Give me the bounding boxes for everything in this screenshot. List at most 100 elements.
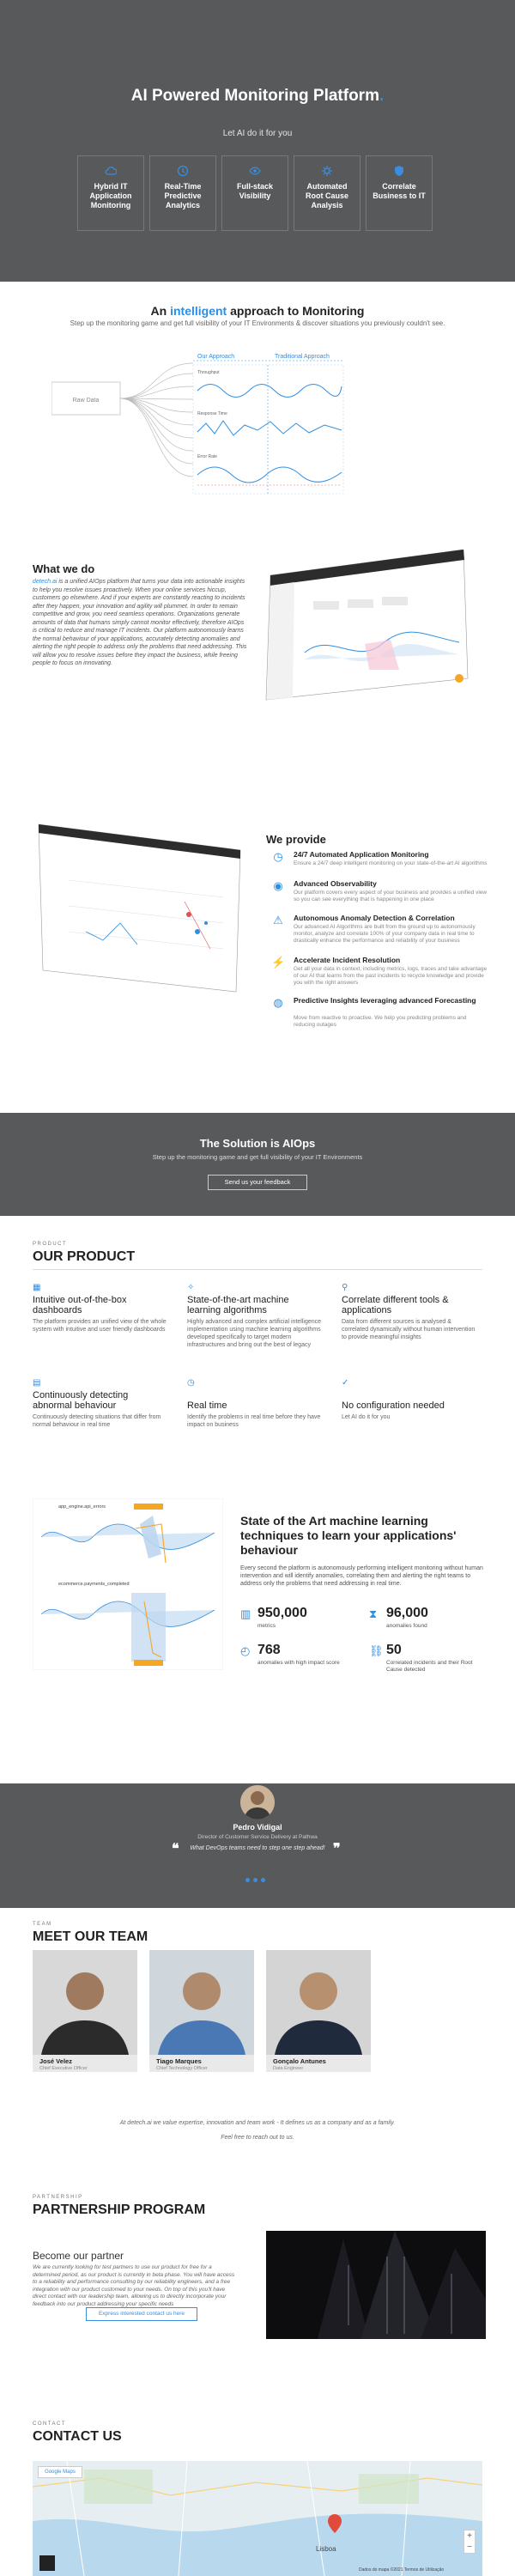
intelligent-title-highlight: intelligent bbox=[170, 304, 227, 318]
shield-icon bbox=[393, 165, 405, 177]
partnership-text: We are currently looking for test partne… bbox=[33, 2264, 235, 2307]
team-member-role: Chief Executive Officer bbox=[39, 2066, 88, 2071]
product-item-title: No configuration needed bbox=[342, 1400, 445, 1411]
product-item: ◷ Real time Identify the problems in rea… bbox=[187, 1378, 324, 1429]
diagram-connectors bbox=[119, 362, 194, 477]
stat-correlated: ⛓ 50 Correlated incidents and their Root… bbox=[369, 1643, 481, 1673]
stat-metrics: ▥ 950,000 metrics bbox=[240, 1606, 352, 1633]
team-member-role: Data Engineer bbox=[273, 2066, 304, 2071]
clock-icon: ◷ bbox=[273, 850, 283, 863]
team-title: MEET OUR TEAM bbox=[33, 1929, 148, 1944]
intelligent-title-after: approach to Monitoring bbox=[227, 304, 365, 318]
product-item-desc: Data from different sources is analysed … bbox=[342, 1319, 476, 1340]
team-photo bbox=[33, 1950, 137, 2055]
feature-label: Correlate Business to IT bbox=[373, 182, 426, 200]
express-interest-button[interactable]: Express interested contact us here bbox=[86, 2307, 197, 2321]
product-item-desc: Identify the problems in real time befor… bbox=[187, 1414, 321, 1428]
gear-icon bbox=[321, 165, 333, 177]
provide-item: ◷ 24/7 Automated Application Monitoring … bbox=[271, 850, 488, 876]
team-photo bbox=[149, 1950, 254, 2055]
warning-icon: ⚠ bbox=[273, 914, 283, 927]
team-member-role: Chief Technology Officer bbox=[156, 2066, 208, 2071]
feature-card-realtime: Real-Time Predictive Analytics bbox=[149, 155, 216, 231]
feature-card-hybrid: Hybrid IT Application Monitoring bbox=[77, 155, 144, 231]
dashboard-icon: ▦ bbox=[33, 1283, 41, 1292]
team-member-name: Gonçalo Antunes bbox=[273, 2057, 326, 2065]
carousel-dot[interactable] bbox=[253, 1878, 258, 1882]
what-we-do-text: detech.ai is a unified AIOps platform th… bbox=[33, 578, 247, 668]
partnership-eyebrow: PARTNERSHIP bbox=[33, 2195, 83, 2200]
provide-item: ◍ Predictive Insights leveraging advance… bbox=[271, 996, 486, 1028]
provide-item-desc: Ensure a 24/7 deep intelligent monitorin… bbox=[294, 860, 488, 866]
hero-title: AI Powered Monitoring Platform. bbox=[0, 86, 515, 106]
metric-label: Response Time bbox=[197, 411, 227, 416]
system-overview-screenshot bbox=[38, 823, 241, 993]
product-item-desc: Let AI do it for you bbox=[342, 1414, 391, 1420]
stat-label: Correlated incidents and their Root Caus… bbox=[386, 1660, 473, 1673]
ml-title: State of the Art machine learning techni… bbox=[240, 1514, 457, 1557]
brain-icon: ✧ bbox=[187, 1283, 195, 1292]
stat-value: 50 bbox=[386, 1643, 402, 1657]
eye-icon: ◉ bbox=[273, 879, 283, 892]
product-item-title: State-of-the-art machine learning algori… bbox=[187, 1295, 289, 1315]
testimonial-name: Pedro Vidigal bbox=[233, 1823, 282, 1832]
feature-card-correlate: Correlate Business to IT bbox=[366, 155, 433, 231]
hero-section: AI Powered Monitoring Platform. Let AI d… bbox=[0, 0, 515, 282]
intelligent-title-before: An bbox=[150, 304, 171, 318]
aiops-band: The Solution is AIOps Step up the monito… bbox=[0, 1113, 515, 1216]
stat-label: anomalies found bbox=[386, 1623, 427, 1629]
provide-item: ⚠ Autonomous Anomaly Detection & Correla… bbox=[271, 914, 486, 950]
aiops-subtitle: Step up the monitoring game and get full… bbox=[152, 1153, 363, 1161]
qr-code bbox=[39, 2555, 55, 2571]
our-approach-label: Our Approach bbox=[197, 354, 234, 360]
provide-item: ◉ Advanced Observability Our platform co… bbox=[271, 879, 488, 908]
carousel-dot[interactable] bbox=[261, 1878, 265, 1882]
partnership-subtitle: Become our partner bbox=[33, 2250, 124, 2262]
zoom-control[interactable]: + − bbox=[464, 2530, 476, 2554]
stat-label: metrics bbox=[258, 1623, 276, 1629]
chart-icon: ▥ bbox=[240, 1607, 251, 1620]
stat-value: 768 bbox=[258, 1643, 281, 1657]
hero-subtitle: Let AI do it for you bbox=[222, 129, 293, 138]
product-eyebrow: PRODUCT bbox=[33, 1242, 68, 1247]
timer-icon: ◴ bbox=[240, 1644, 251, 1657]
feature-label: Automated Root Cause Analysis bbox=[305, 182, 348, 210]
brand-link[interactable]: detech.ai bbox=[33, 579, 57, 585]
team-note-line: Feel free to reach out to us. bbox=[221, 2135, 294, 2141]
chart-label: ecommerce.payments_completed bbox=[58, 1582, 130, 1587]
team-eyebrow: TEAM bbox=[33, 1922, 52, 1927]
provide-item-title: Predictive Insights leveraging advanced … bbox=[294, 996, 476, 1005]
team-card: Tiago Marques Chief Technology Officer bbox=[149, 1950, 254, 2072]
team-card: Gonçalo Antunes Data Engineer bbox=[266, 1950, 371, 2072]
what-we-do-title: What we do bbox=[33, 562, 95, 575]
eye-icon bbox=[249, 165, 261, 177]
ml-description: Every second the platform is autonomousl… bbox=[240, 1565, 483, 1587]
chart-label: app_engine.api_errors bbox=[58, 1504, 106, 1510]
check-icon: ✓ bbox=[342, 1378, 349, 1388]
product-item-title: Real time bbox=[187, 1400, 227, 1411]
city-skyline-image bbox=[266, 2231, 486, 2339]
provide-item-title: Autonomous Anomaly Detection & Correlati… bbox=[294, 914, 455, 922]
anomaly-charts: app_engine.api_errors ecommerce.payments… bbox=[33, 1498, 223, 1670]
carousel-dots[interactable] bbox=[245, 1871, 271, 1882]
carousel-dot[interactable] bbox=[245, 1878, 250, 1882]
traditional-approach-label: Traditional Approach bbox=[275, 354, 330, 360]
google-maps-button[interactable]: Google Maps bbox=[38, 2466, 82, 2478]
dashboard-screenshot bbox=[265, 550, 469, 701]
provide-item-desc: Get all your data in context, including … bbox=[294, 966, 488, 986]
provide-item-desc: Move from reactive to proactive. We help… bbox=[294, 1015, 467, 1028]
stat-high-impact: ◴ 768 anomalies with high impact score bbox=[240, 1643, 352, 1670]
feature-label: Full-stack Visibility bbox=[236, 182, 273, 200]
provide-item-title: Accelerate Incident Resolution bbox=[294, 956, 401, 964]
provide-item-desc: Our platform covers every aspect of your… bbox=[294, 890, 488, 902]
feedback-button[interactable]: Send us your feedback bbox=[208, 1175, 307, 1190]
metric-label: Throughput bbox=[197, 370, 220, 375]
product-item-desc: The platform provides an unified view of… bbox=[33, 1319, 167, 1333]
intelligent-title: An intelligent approach to Monitoring bbox=[0, 304, 515, 318]
product-item: ▦ Intuitive out-of-the-box dashboards Th… bbox=[33, 1283, 170, 1334]
product-item-title: Correlate different tools & applications bbox=[342, 1295, 449, 1315]
what-we-do-body: is a unified AIOps platform that turns y… bbox=[33, 579, 247, 666]
map[interactable]: Lisboa Google Maps + − Dados do mapa ©202… bbox=[33, 2461, 482, 2576]
we-provide-title: We provide bbox=[266, 833, 326, 846]
product-item-title: Intuitive out-of-the-box dashboards bbox=[33, 1295, 127, 1315]
